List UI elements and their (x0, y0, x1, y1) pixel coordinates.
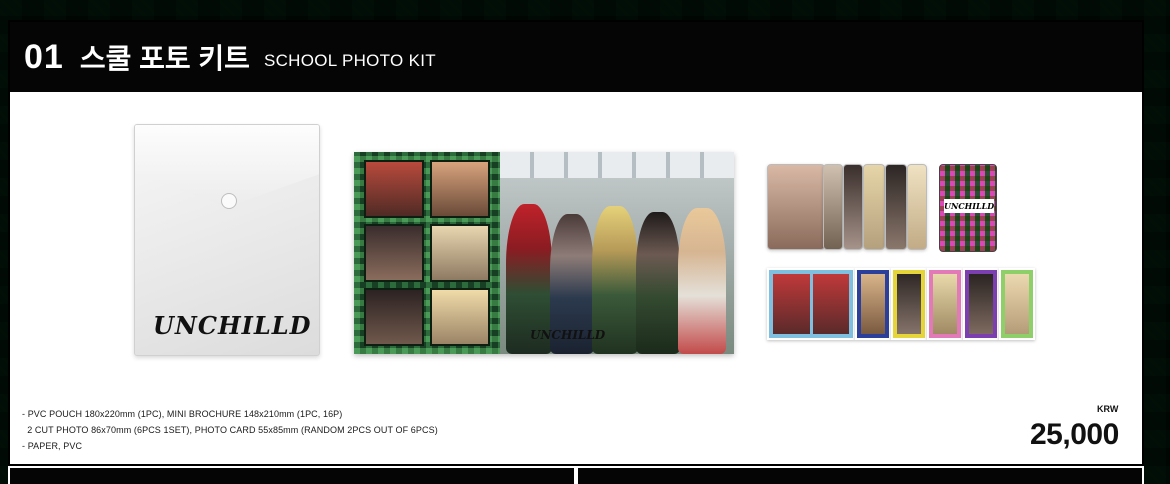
section-title-english: SCHOOL PHOTO KIT (263, 51, 436, 70)
brochure-photo (430, 224, 490, 282)
mini-brochure-image: UNCHILLD (354, 152, 734, 354)
brochure-photo (430, 288, 490, 346)
two-cut-photo (927, 268, 963, 340)
photo-card (907, 164, 927, 250)
price-value: 25,000 (1030, 418, 1119, 451)
pouch-logo: UNCHILLD (153, 311, 312, 340)
section-title-korean: 스쿨 포토 키트 (79, 43, 250, 74)
section-number: 01 (24, 37, 64, 76)
two-cut-photo (999, 268, 1035, 340)
brochure-photo (364, 160, 424, 218)
brochure-cover-photo: UNCHILLD (500, 152, 734, 354)
brochure-logo: UNCHILLD (530, 328, 606, 342)
brochure-left-page (354, 152, 500, 354)
subway-window-bar (500, 152, 734, 178)
photo-card-back: UNCHILLD (939, 164, 997, 252)
two-cut-frame (861, 274, 885, 334)
member-figure (678, 208, 726, 354)
two-cut-frame (969, 274, 993, 334)
photo-card-back-logo: UNCHILLD (944, 199, 995, 213)
next-section-panel (8, 466, 576, 484)
two-cut-photo (855, 268, 891, 340)
brochure-photo (364, 288, 424, 346)
detail-line: 2 CUT PHOTO 86x70mm (6PCS 1SET), PHOTO C… (22, 425, 438, 435)
pouch-snap-button (221, 193, 237, 209)
pvc-pouch-image: UNCHILLD (134, 124, 320, 356)
member-figure (636, 212, 680, 354)
photo-card (823, 164, 843, 250)
panel-header: 01 스쿨 포토 키트 SCHOOL PHOTO KIT (10, 22, 1142, 92)
two-cut-photo (767, 268, 855, 340)
two-cut-photo (891, 268, 927, 340)
photo-card (885, 164, 907, 250)
detail-line: - PAPER, PVC (22, 441, 83, 451)
photo-card (767, 164, 825, 250)
detail-line: - PVC POUCH 180x220mm (1PC), MINI BROCHU… (22, 409, 343, 419)
brochure-photo (430, 160, 490, 218)
next-section-panel (576, 466, 1144, 484)
two-cut-frame (897, 274, 921, 334)
two-cut-frame (812, 274, 849, 334)
two-cut-frame (933, 274, 957, 334)
product-details: - PVC POUCH 180x220mm (1PC), MINI BROCHU… (22, 406, 438, 454)
brochure-photo (364, 224, 424, 282)
two-cut-frame (1005, 274, 1029, 334)
price-currency: KRW (1097, 404, 1119, 414)
two-cut-photo (963, 268, 999, 340)
two-cut-frame (773, 274, 810, 334)
photo-card (863, 164, 885, 250)
photo-card (843, 164, 863, 250)
